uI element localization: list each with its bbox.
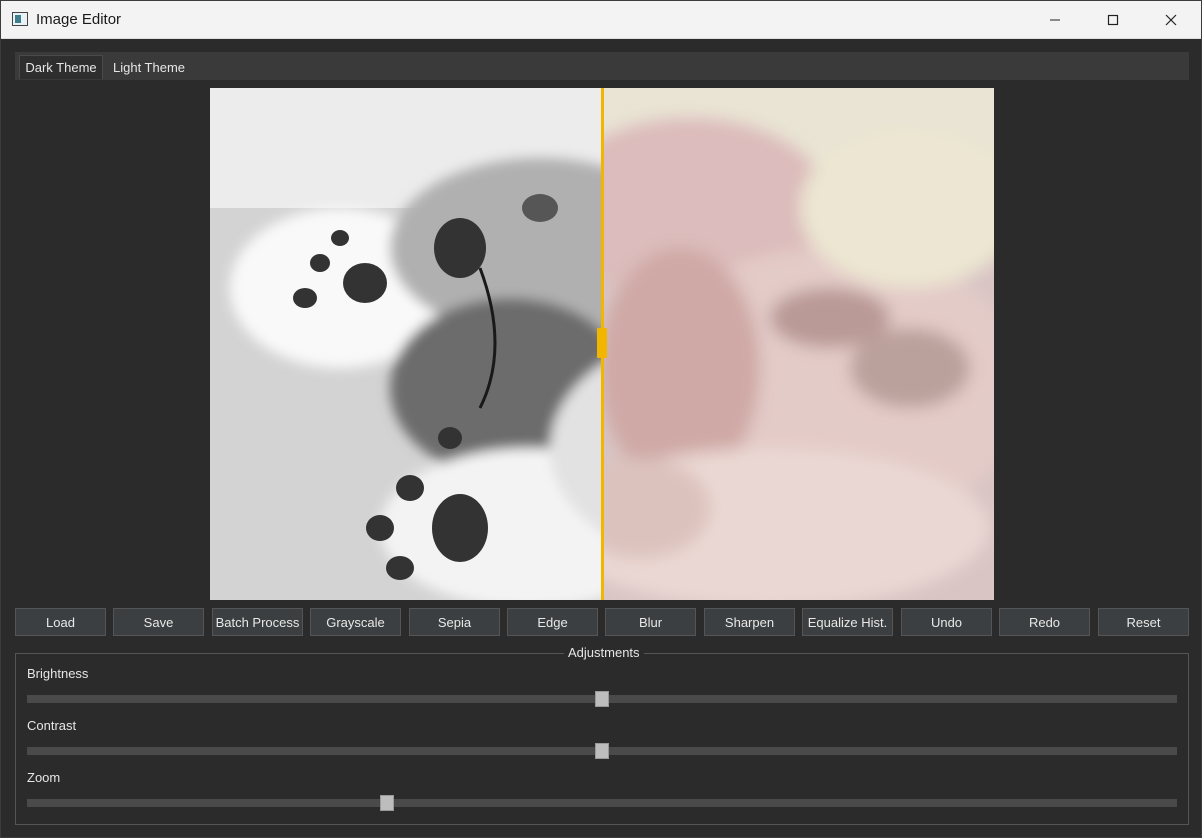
- tab-dark-theme[interactable]: Dark Theme: [19, 55, 103, 79]
- redo-button[interactable]: Redo: [999, 608, 1090, 636]
- batch-process-button[interactable]: Batch Process: [212, 608, 303, 636]
- image-comparison-view[interactable]: [210, 88, 994, 600]
- comparison-divider-handle[interactable]: [597, 328, 607, 358]
- equalize-hist-button[interactable]: Equalize Hist.: [802, 608, 893, 636]
- sepia-button[interactable]: Sepia: [409, 608, 500, 636]
- contrast-label: Contrast: [27, 718, 77, 733]
- adjustments-group: Adjustments Brightness Contrast Zoom: [15, 645, 1189, 825]
- zoom-slider[interactable]: [27, 795, 1177, 811]
- processed-image-grayscale: [210, 88, 602, 600]
- blur-button[interactable]: Blur: [605, 608, 696, 636]
- app-icon: [12, 12, 28, 26]
- toolbar: Load Save Batch Process Grayscale Sepia …: [15, 608, 1189, 636]
- window-title: Image Editor: [36, 11, 122, 28]
- reset-button[interactable]: Reset: [1098, 608, 1189, 636]
- save-button[interactable]: Save: [113, 608, 204, 636]
- grayscale-button[interactable]: Grayscale: [310, 608, 401, 636]
- load-button[interactable]: Load: [15, 608, 106, 636]
- close-button[interactable]: [1142, 1, 1200, 38]
- app-window: Image Editor Dark Theme Light Theme Load…: [0, 0, 1202, 838]
- contrast-slider[interactable]: [27, 743, 1177, 759]
- brightness-slider-handle[interactable]: [595, 691, 609, 707]
- zoom-slider-handle[interactable]: [379, 795, 394, 811]
- contrast-slider-handle[interactable]: [595, 743, 609, 759]
- minimize-button[interactable]: [1026, 1, 1084, 38]
- maximize-icon: [1107, 14, 1119, 25]
- sharpen-button[interactable]: Sharpen: [704, 608, 795, 636]
- zoom-label: Zoom: [27, 770, 61, 785]
- adjustments-title: Adjustments: [564, 645, 644, 660]
- maximize-button[interactable]: [1084, 1, 1142, 38]
- edge-button[interactable]: Edge: [507, 608, 598, 636]
- theme-tab-bar: Dark Theme Light Theme: [15, 52, 1189, 80]
- title-bar: Image Editor: [1, 1, 1201, 39]
- close-icon: [1165, 14, 1177, 25]
- brightness-slider[interactable]: [27, 691, 1177, 707]
- brightness-label: Brightness: [27, 666, 89, 681]
- original-image-color: [602, 88, 994, 600]
- minimize-icon: [1050, 19, 1060, 20]
- tab-light-theme[interactable]: Light Theme: [106, 55, 192, 79]
- undo-button[interactable]: Undo: [901, 608, 992, 636]
